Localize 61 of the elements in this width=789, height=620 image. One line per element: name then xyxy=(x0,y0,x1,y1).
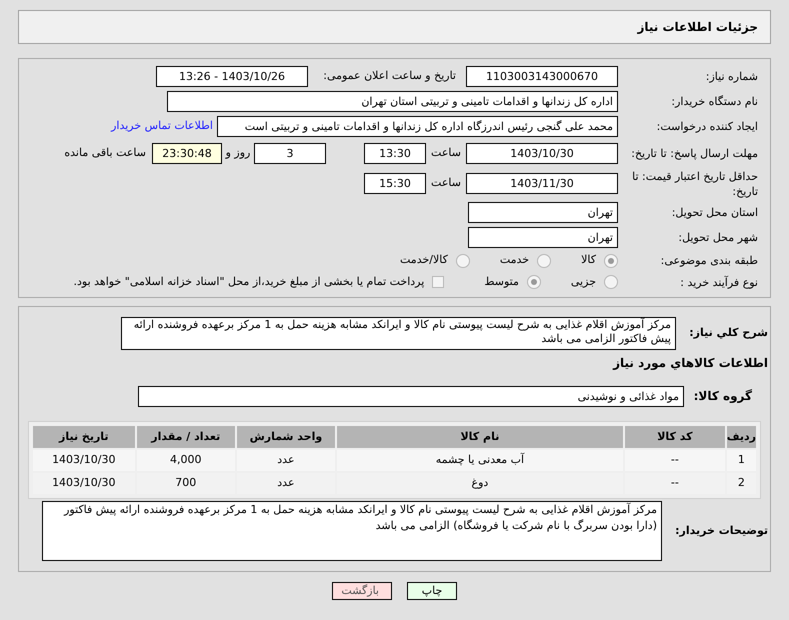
field-label: ساعت xyxy=(430,175,462,192)
column-header: ردیف xyxy=(726,426,756,448)
column-header: واحد شمارش xyxy=(236,426,335,448)
radio-button[interactable] xyxy=(604,254,618,268)
page-title: جزئیات اطلاعات نیاز xyxy=(637,19,758,36)
field-label: روز و xyxy=(224,145,252,162)
text-field[interactable]: 3 xyxy=(254,142,326,164)
field-label: تاریخ و ساعت اعلان عمومی: xyxy=(322,68,456,84)
radio-button[interactable] xyxy=(526,275,541,290)
section-heading: اطلاعات کالاهاي مورد نياز xyxy=(613,355,768,372)
field-label: حداقل تاریخ اعتبار قیمت: تا تاریخ: xyxy=(631,168,758,199)
field-label: ساعت باقی مانده xyxy=(64,145,146,162)
text-field[interactable]: 15:30 xyxy=(364,173,426,194)
column-header: کد کالا xyxy=(624,426,725,448)
field-label: مهلت ارسال پاسخ: تا تاریخ: xyxy=(631,146,758,161)
field-label: ساعت xyxy=(430,145,462,162)
table-cell: -- xyxy=(624,450,725,471)
text-field[interactable]: 1103003143000670 xyxy=(466,66,618,87)
field-label: شرح کلي نياز: xyxy=(689,326,768,340)
checkbox[interactable] xyxy=(432,276,444,288)
field-label: ایجاد کننده درخواست: xyxy=(656,119,758,134)
column-header: تعداد / مقدار xyxy=(136,426,235,448)
field-label: استان محل تحویل: xyxy=(672,204,758,220)
notes-textarea[interactable]: مرکز آموزش اقلام غذایی به شرح لیست پیوستی نام کالا و ایرانکد مشابه هزینه حمل به 1 مرکز برعهده فروشنده ارائه پیش فاکتور (دارا بودن سربرگ با نام شرکت یا فروشگاه) الزامی می باشد xyxy=(42,501,662,561)
field-label: توضیحات خریدار: xyxy=(675,524,768,537)
column-header: نام کالا xyxy=(336,426,623,448)
table-cell: آب معدنی یا چشمه xyxy=(336,450,623,471)
back-button[interactable]: بازگشت xyxy=(332,582,392,600)
text-field[interactable]: اداره کل زندانها و اقدامات تامینی و تربیتی استان تهران xyxy=(167,91,618,112)
field-label: نوع فرآیند خرید : xyxy=(680,274,758,290)
radio-label: متوسط xyxy=(484,274,519,290)
field-label: نام دستگاه خریدار: xyxy=(671,94,758,109)
table-cell: 1403/10/30 xyxy=(33,450,135,471)
column-header: تاریخ نیاز xyxy=(33,426,135,448)
field-label: گروه کالا: xyxy=(694,389,752,404)
radio-button[interactable] xyxy=(456,254,470,268)
radio-label: خدمت xyxy=(500,252,530,268)
text-field[interactable]: 1403/11/30 xyxy=(466,173,618,194)
checkbox-label: پرداخت تمام یا بخشی از مبلغ خرید،از محل "اسناد خزانه اسلامی" خواهد بود. xyxy=(74,274,424,290)
table-cell: 4,000 xyxy=(136,450,235,471)
text-field[interactable]: تهران xyxy=(468,226,618,248)
field-label: شماره نیاز: xyxy=(706,69,758,84)
field-label: شهر محل تحویل: xyxy=(678,230,758,245)
table-cell: 1 xyxy=(726,450,756,471)
text-field[interactable]: مواد غذائی و نوشیدنی xyxy=(138,386,684,407)
table-cell: عدد xyxy=(236,450,335,471)
field-label: طبقه بندی موضوعی: xyxy=(660,253,758,268)
radio-button[interactable] xyxy=(604,275,618,290)
radio-label: کالا/خدمت xyxy=(400,252,448,268)
text-field[interactable]: 23:30:48 xyxy=(152,142,222,164)
radio-label: کالا xyxy=(581,252,596,268)
text-field[interactable]: 13:30 xyxy=(364,142,426,164)
print-button[interactable]: چاپ xyxy=(407,582,457,600)
radio-button[interactable] xyxy=(537,254,552,268)
description-textarea[interactable]: مرکز آموزش اقلام غذایی به شرح لیست پیوستی نام کالا و ایرانکد مشابه هزینه حمل به 1 مرکز برعهده فروشنده ارائه پیش فاکتور الزامی می باشد xyxy=(121,317,676,350)
text-field[interactable]: 1403/10/26 - 13:26 xyxy=(156,66,308,87)
text-field[interactable]: 1403/10/30 xyxy=(466,142,618,164)
text-field[interactable]: محمد علی گنجی رئیس اندرزگاه اداره کل زندانها و اقدامات تامینی و تربیتی است xyxy=(217,116,618,137)
buyer-contact-link[interactable]: اطلاعات تماس خریدار xyxy=(111,118,213,135)
text-field[interactable]: تهران xyxy=(468,202,618,223)
radio-label: جزیی xyxy=(570,274,596,290)
